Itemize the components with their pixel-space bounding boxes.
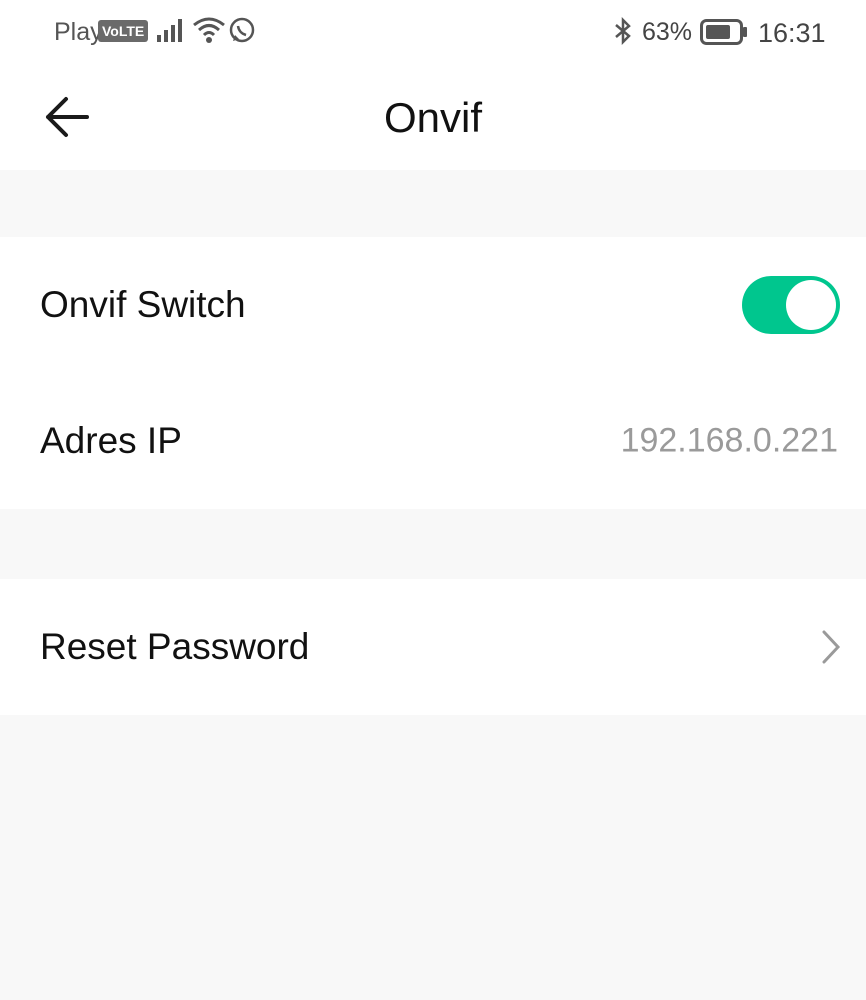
- battery-icon: [700, 19, 747, 45]
- clock: 16:31: [758, 18, 826, 48]
- carrier-label: Play: [54, 18, 103, 46]
- onvif-switch-toggle[interactable]: [742, 276, 840, 334]
- page-title: Onvif: [383, 94, 483, 141]
- status-bar: Play VoLTE 63% 16:31: [0, 0, 866, 64]
- onvif-switch-row: Onvif Switch: [0, 237, 866, 373]
- toggle-knob: [786, 280, 836, 330]
- app-bar: Onvif: [0, 64, 866, 170]
- reset-password-label: Reset Password: [40, 626, 310, 667]
- reset-password-row[interactable]: Reset Password: [0, 579, 866, 715]
- chevron-right-icon: [822, 630, 841, 664]
- onvif-switch-label: Onvif Switch: [40, 284, 246, 325]
- wifi-icon: [193, 17, 225, 43]
- ip-address-label: Adres IP: [40, 420, 182, 461]
- onvif-settings-section: Onvif Switch Adres IP 192.168.0.221: [0, 237, 866, 509]
- password-section: Reset Password: [0, 579, 866, 715]
- volte-badge: VoLTE: [98, 20, 149, 42]
- battery-percent: 63%: [642, 18, 693, 46]
- signal-icon: [157, 19, 182, 42]
- ip-address-value: 192.168.0.221: [620, 421, 838, 460]
- bluetooth-icon: [615, 17, 631, 45]
- ip-address-row: Adres IP 192.168.0.221: [0, 373, 866, 509]
- whatsapp-icon: [229, 17, 255, 43]
